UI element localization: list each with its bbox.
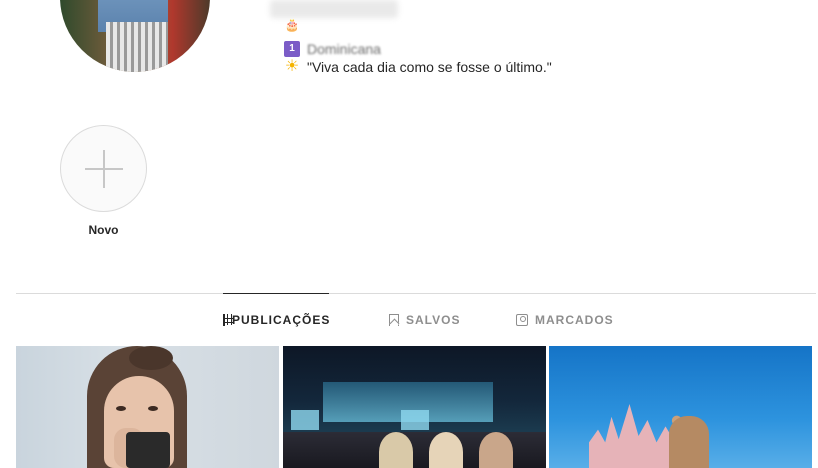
bio-quote-line: ☀ "Viva cada dia como se fosse o último.…	[284, 58, 552, 76]
cake-icon: 🎂	[284, 18, 300, 32]
photo-detail	[401, 410, 429, 430]
grid-icon	[223, 314, 234, 326]
post-thumbnail[interactable]	[283, 346, 546, 468]
photo-detail	[148, 406, 158, 411]
photo-detail	[116, 406, 126, 411]
photo-detail	[479, 432, 513, 468]
post-thumbnail[interactable]	[16, 346, 279, 468]
tab-label: PUBLICAÇÕES	[232, 313, 331, 327]
posts-grid	[16, 346, 816, 468]
tab-label: MARCADOS	[535, 312, 614, 327]
photo-detail	[126, 432, 170, 468]
new-highlight-label: Novo	[88, 223, 119, 237]
new-highlight[interactable]: Novo	[60, 125, 147, 237]
photo-detail	[589, 404, 679, 468]
new-highlight-button[interactable]	[60, 125, 147, 212]
bio-birthday-line: 🎂	[284, 17, 307, 33]
profile-tabs: PUBLICAÇÕES SALVOS MARCADOS	[0, 293, 818, 346]
sun-icon: ☀	[284, 58, 300, 75]
avatar-photo-detail	[106, 22, 168, 72]
photo-detail	[129, 346, 173, 370]
blurred-username	[270, 0, 398, 18]
bio-location: Dominicana	[307, 41, 381, 57]
post-thumbnail[interactable]	[549, 346, 812, 468]
tab-salvos[interactable]: SALVOS	[389, 293, 460, 346]
plus-icon	[84, 149, 123, 188]
photo-detail	[429, 432, 463, 468]
calendar-icon: 1	[284, 41, 300, 57]
photo-detail	[291, 410, 319, 430]
bio-location-line: 1 Dominicana	[284, 40, 381, 58]
tab-marcados[interactable]: MARCADOS	[516, 293, 614, 346]
tag-icon	[516, 313, 528, 326]
profile-avatar[interactable]	[60, 0, 210, 72]
bookmark-icon	[389, 313, 399, 326]
tab-label: SALVOS	[406, 312, 461, 327]
photo-detail	[669, 416, 709, 468]
photo-detail	[379, 432, 413, 468]
bio-quote: "Viva cada dia como se fosse o último."	[307, 59, 552, 75]
tab-publicacoes[interactable]: PUBLICAÇÕES	[223, 293, 329, 346]
